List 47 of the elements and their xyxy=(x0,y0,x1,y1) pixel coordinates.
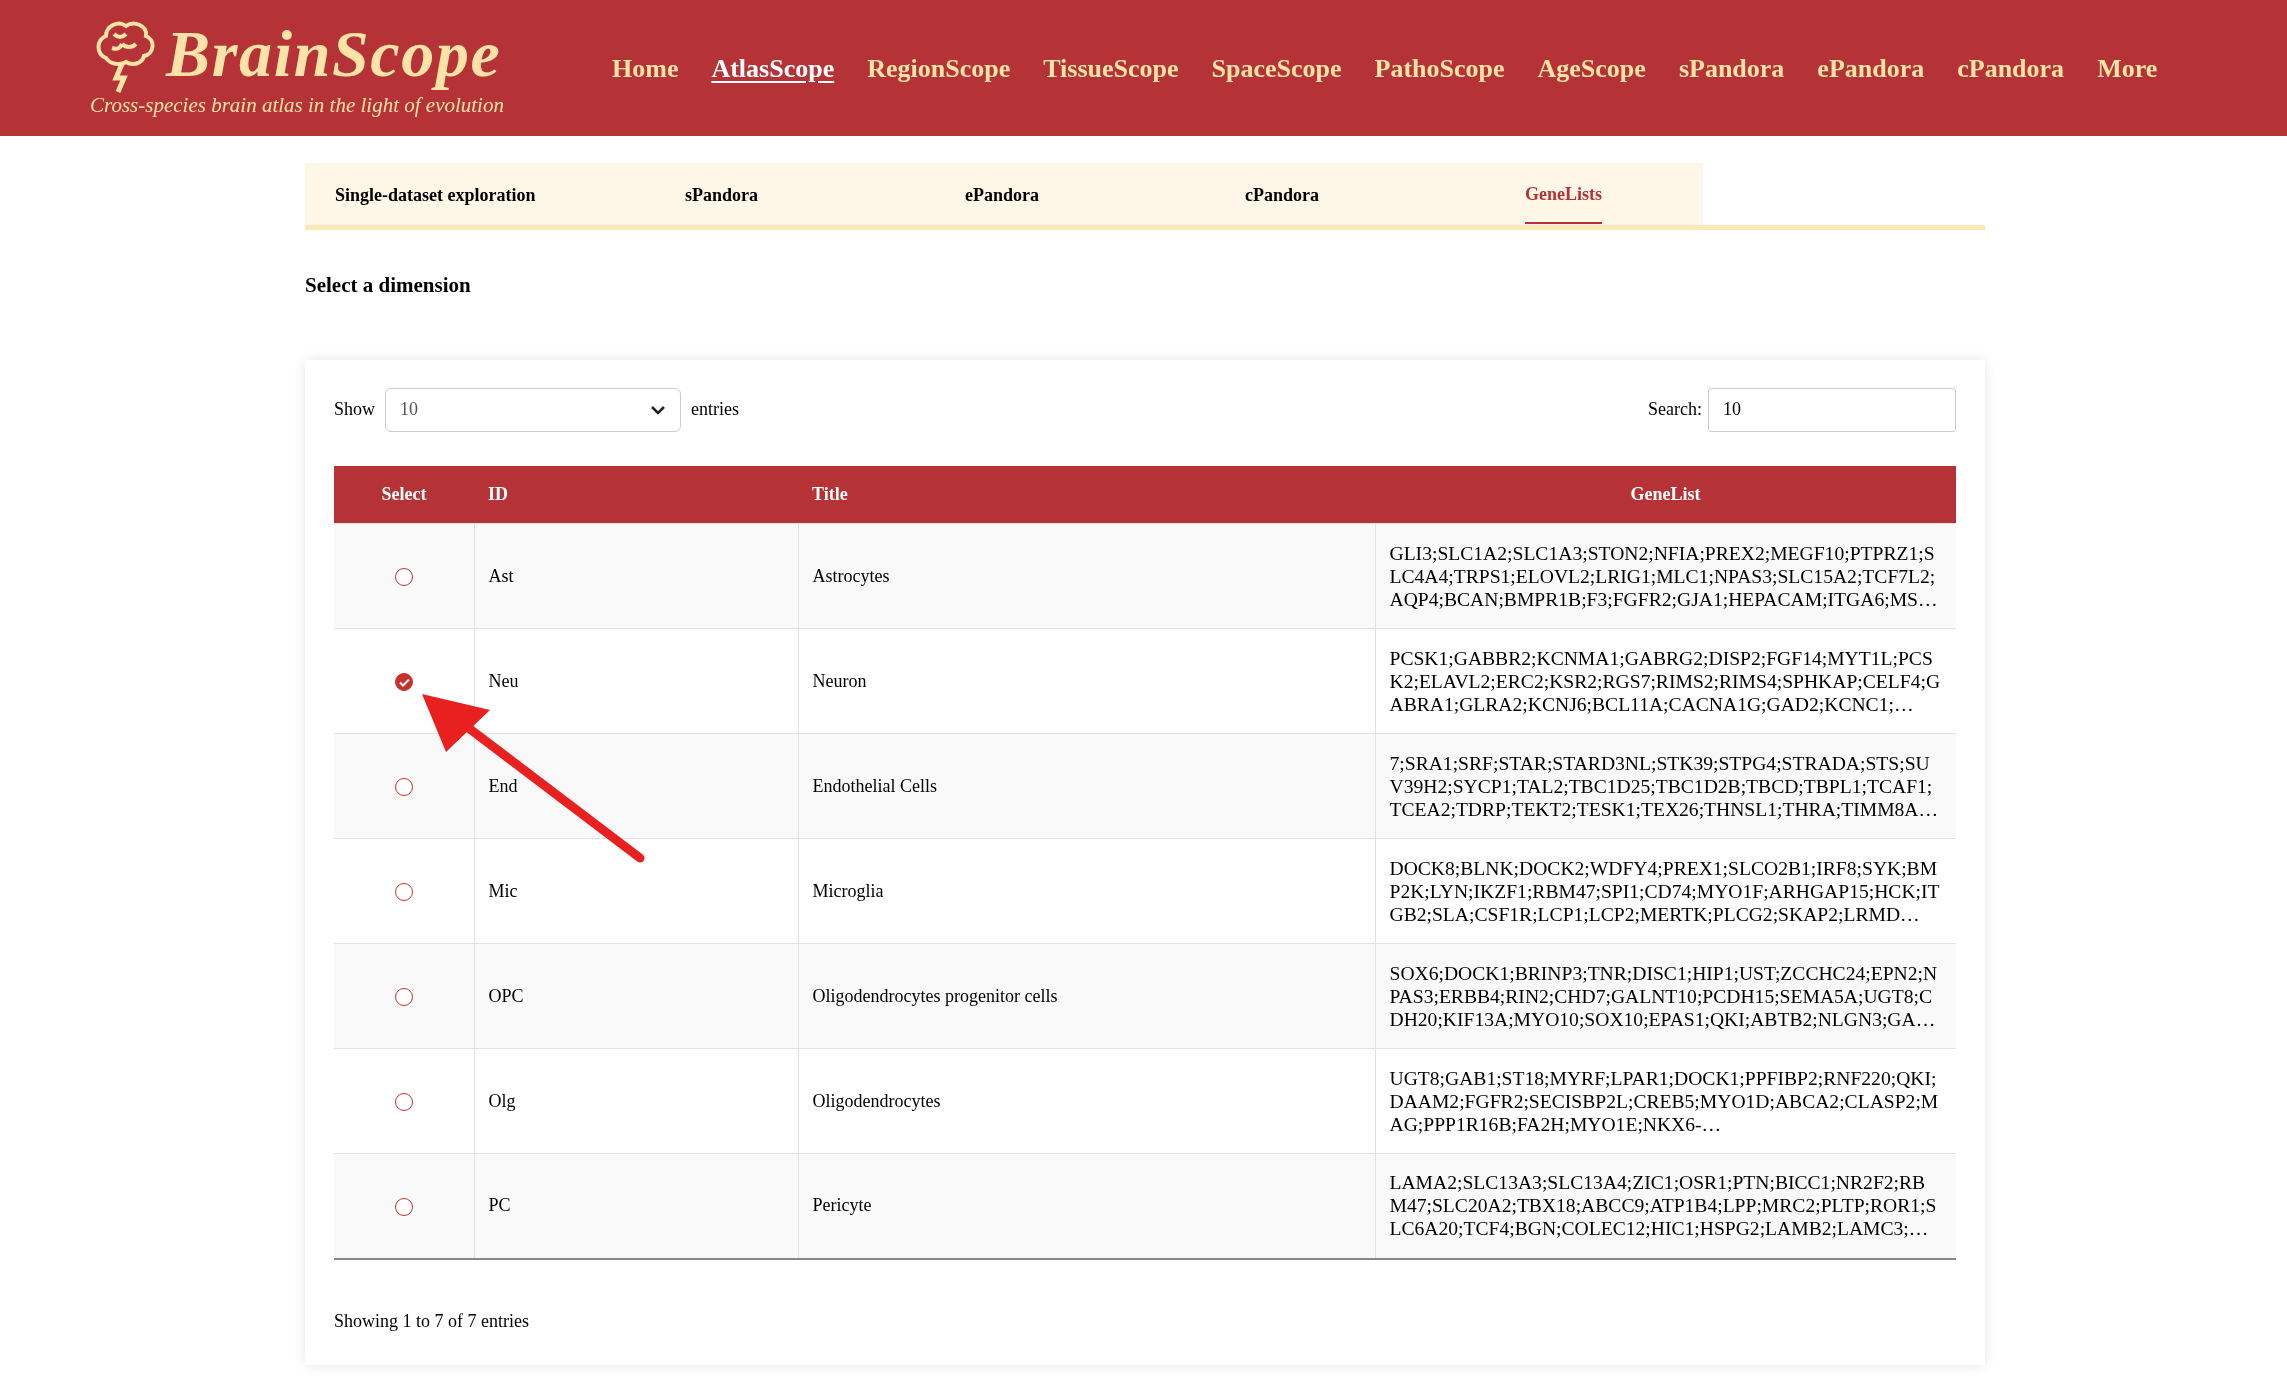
column-header[interactable]: Title xyxy=(798,465,1375,524)
title-cell: Pericyte xyxy=(798,1153,1375,1259)
id-cell: PC xyxy=(474,1153,798,1259)
nav-link[interactable]: PathoScope xyxy=(1374,48,1505,88)
entries-label: entries xyxy=(691,398,739,421)
check-icon xyxy=(398,678,410,688)
nav-link[interactable]: SpaceScope xyxy=(1211,48,1342,88)
select-radio[interactable] xyxy=(394,778,413,797)
genelist-cell: GLI3;SLC1A2;SLC1A3;STON2;NFIA;PREX2;MEGF10;PTPRZ1;SLC4A4;TRPS1;ELOVL2;LRIG1;MLC1;NPAS3;SLC15A2;TCF7L2;AQP4;BCAN;BMPR1B;F3;FGFR2;GJA1;HEPACAM;ITGA6;MS… xyxy=(1375,523,1956,629)
select-radio[interactable] xyxy=(394,568,413,587)
search-label: Search: xyxy=(1648,398,1702,421)
nav-link[interactable]: Home xyxy=(612,48,679,88)
search-field[interactable]: 10 xyxy=(1708,387,1956,432)
select-radio[interactable] xyxy=(394,1093,413,1112)
chevron-down-icon xyxy=(650,404,666,415)
tab[interactable]: GeneLists xyxy=(1525,164,1602,224)
tab[interactable]: ePandora xyxy=(965,165,1039,223)
genelist-cell: SOX6;DOCK1;BRINP3;TNR;DISC1;HIP1;UST;ZCCHC24;EPN2;NPAS3;ERBB4;RIN2;CHD7;GALNT10;PCDH15;SEMA5A;UGT8;CDH20;KIF13A;MYO10;SOX10;EPAS1;QKI;ABTB2;NLGN3;GA… xyxy=(1375,943,1956,1049)
tab[interactable]: cPandora xyxy=(1245,165,1319,223)
nav-link[interactable]: sPandora xyxy=(1678,48,1785,88)
nav-link[interactable]: cPandora xyxy=(1957,48,2065,88)
genelist-cell: DOCK8;BLNK;DOCK2;WDFY4;PREX1;SLCO2B1;IRF8;SYK;BMP2K;LYN;IKZF1;RBM47;SPI1;CD74;MYO1F;ARHGAP15;HCK;ITGB2;SLA;CSF1R;LCP1;LCP2;MERTK;PLCG2;SKAP2;LRMD… xyxy=(1375,838,1956,944)
page-size-select[interactable]: 10 xyxy=(385,387,681,432)
genelist-cell: UGT8;GAB1;ST18;MYRF;LPAR1;DOCK1;PPFIBP2;RNF220;QKI;DAAM2;FGFR2;SECISBP2L;CREB5;MYO1D;ABCA2;CLASP2;MAG;PPP1R16B;FA2H;MYO1E;NKX6-… xyxy=(1375,1048,1956,1154)
table-info: Showing 1 to 7 of 7 entries xyxy=(334,1309,530,1333)
nav-link[interactable]: AtlasScope xyxy=(711,48,835,88)
tab[interactable]: Single-dataset exploration xyxy=(335,165,536,223)
genelist-cell: 7;SRA1;SRF;STAR;STARD3NL;STK39;STPG4;STRADA;STS;SUV39H2;SYCP1;TAL2;TBC1D25;TBC1D2B;TBCD;TBPL1;TCAF1;TCEA2;TDRP;TEKT2;TESK1;TEX26;THNSL1;THRA;TIMM8A… xyxy=(1375,733,1956,839)
column-header[interactable]: Select xyxy=(334,465,474,524)
nav-link[interactable]: More xyxy=(2097,48,2158,88)
column-header[interactable]: GeneList xyxy=(1375,465,1956,524)
select-radio[interactable] xyxy=(394,673,413,692)
column-header[interactable]: ID xyxy=(474,465,798,524)
nav-link[interactable]: AgeScope xyxy=(1537,48,1646,88)
nav-link[interactable]: TissueScope xyxy=(1043,48,1179,88)
select-radio[interactable] xyxy=(394,883,413,902)
logo-tagline: Cross-species brain atlas in the light of evolution xyxy=(90,92,505,120)
section-title: Select a dimension xyxy=(305,272,472,299)
tab[interactable]: sPandora xyxy=(685,165,758,223)
select-radio[interactable] xyxy=(394,988,413,1007)
show-label: Show xyxy=(334,398,375,421)
logo-title[interactable]: BrainScope xyxy=(166,21,502,88)
select-radio[interactable] xyxy=(394,1198,413,1217)
nav-link[interactable]: RegionScope xyxy=(867,48,1011,88)
nav-link[interactable]: ePandora xyxy=(1817,48,1925,88)
genelist-cell: LAMA2;SLC13A3;SLC13A4;ZIC1;OSR1;PTN;BICC1;NR2F2;RBM47;SLC20A2;TBX18;ABCC9;ATP1B4;LPP;MRC2;PLTP;ROR1;SLC6A20;TCF4;BGN;COLEC12;HIC1;HSPG2;LAMB2;LAMC3;… xyxy=(1375,1153,1956,1259)
genelist-cell: PCSK1;GABBR2;KCNMA1;GABRG2;DISP2;FGF14;MYT1L;PCSK2;ELAVL2;ERC2;KSR2;RGS7;RIMS2;RIMS4;SPHKAP;CELF4;GABRA1;GLRA2;KCNJ6;BCL11A;CACNA1G;GAD2;KCNC1;… xyxy=(1375,628,1956,734)
